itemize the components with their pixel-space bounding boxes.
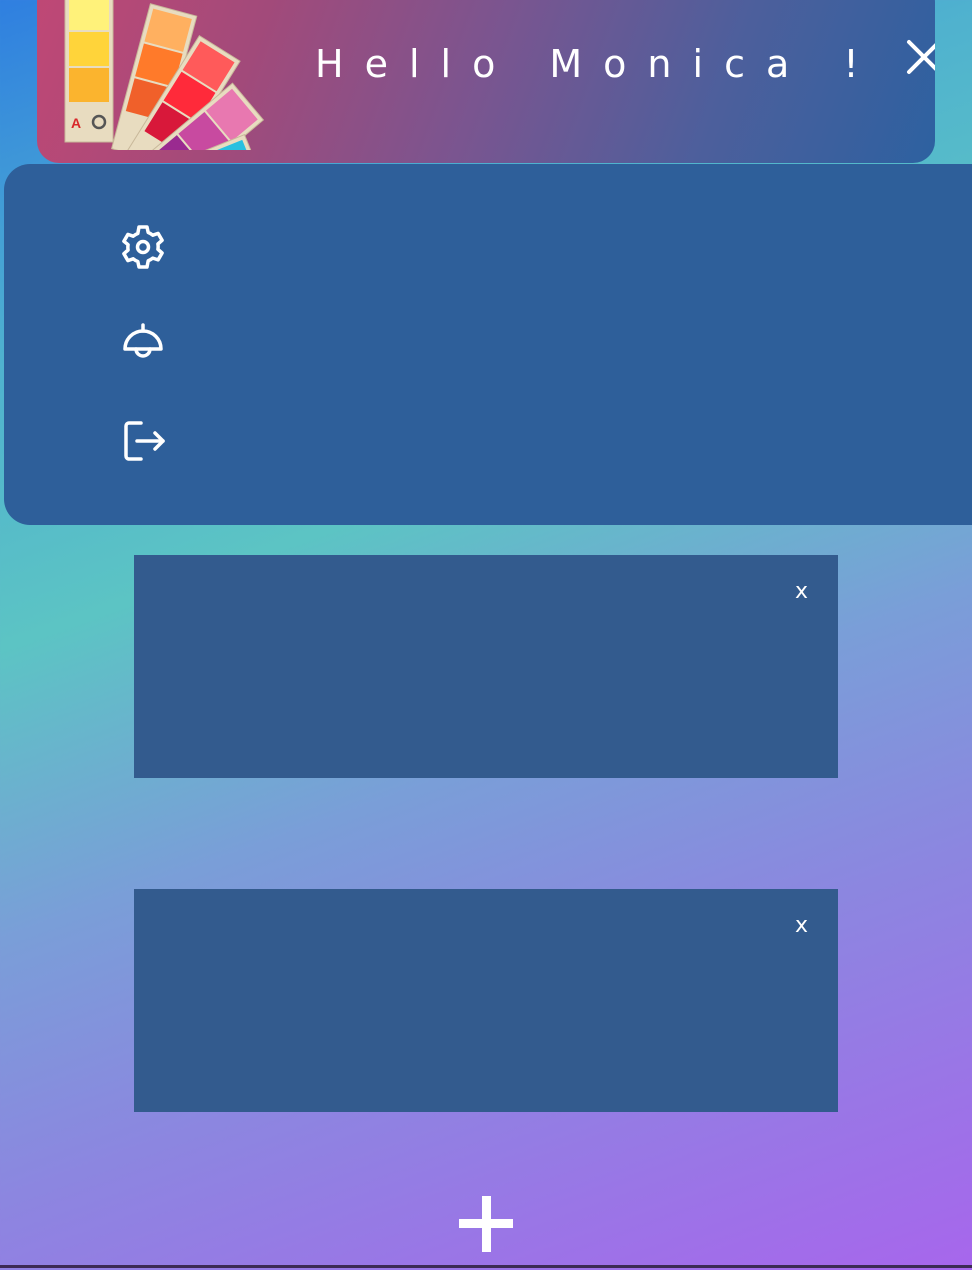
content-card: x	[134, 889, 838, 1112]
svg-text:A: A	[71, 115, 81, 131]
greeting-text: Hello Monica !	[315, 42, 880, 86]
side-menu-panel	[4, 164, 972, 525]
plus-icon	[459, 1196, 513, 1252]
card-close-button[interactable]: x	[795, 579, 808, 604]
logout-icon	[124, 421, 165, 461]
card-close-button[interactable]: x	[795, 913, 808, 938]
add-button[interactable]	[456, 1192, 516, 1256]
close-icon[interactable]	[905, 38, 935, 76]
menu-item-notifications[interactable]	[116, 318, 170, 372]
app-header: A Hello Monica !	[37, 0, 935, 163]
bottom-divider	[0, 1265, 972, 1268]
menu-item-settings[interactable]	[116, 220, 170, 274]
bell-icon	[123, 323, 163, 358]
gear-icon	[122, 225, 164, 269]
content-card: x	[134, 555, 838, 778]
color-swatch-fan-logo: A	[57, 0, 267, 163]
menu-item-logout[interactable]	[116, 414, 170, 468]
